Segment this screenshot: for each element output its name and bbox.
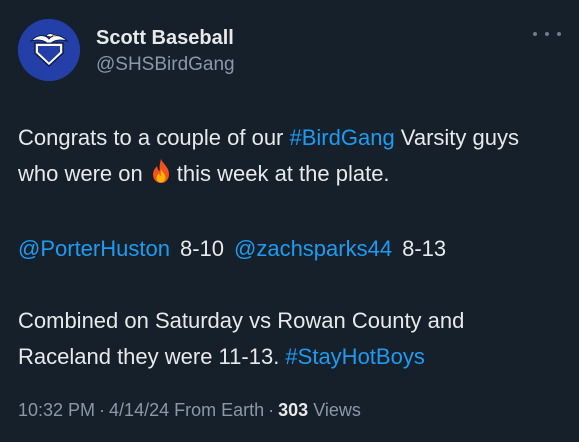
- mention-link[interactable]: @PorterHuston: [18, 236, 170, 261]
- stat-value: 8-13: [402, 236, 447, 261]
- views-count[interactable]: 303: [278, 400, 308, 420]
- tweet-text-segment: this week at the plate.: [176, 161, 390, 186]
- tweet-time[interactable]: 10:32 PM: [18, 400, 95, 420]
- fire-icon: [149, 158, 173, 195]
- tweet-source: From Earth: [174, 400, 265, 420]
- tweet-card[interactable]: Scott Baseball @SHSBirdGang Congrats to …: [0, 0, 579, 442]
- eagle-home-plate-logo-icon: [18, 19, 80, 81]
- meta-separator: ·: [268, 400, 275, 420]
- author-name[interactable]: Scott Baseball: [96, 27, 234, 50]
- tweet-date[interactable]: 4/14/24: [109, 400, 169, 420]
- more-dot: [557, 32, 561, 36]
- more-dot: [533, 32, 537, 36]
- tweet-paragraph-2: @PorterHuston 8-10 @zachsparks44 8-13: [18, 231, 563, 267]
- author-handle[interactable]: @SHSBirdGang: [96, 54, 235, 76]
- tweet-paragraph-3: Combined on Saturday vs Rowan County and…: [18, 303, 563, 375]
- tweet-paragraph-1: Congrats to a couple of our #BirdGang Va…: [18, 120, 563, 195]
- meta-separator: ·: [99, 400, 106, 420]
- more-dot: [545, 32, 549, 36]
- more-horizontal-icon[interactable]: [533, 24, 561, 44]
- avatar[interactable]: [18, 19, 80, 81]
- hashtag-link[interactable]: #StayHotBoys: [285, 344, 424, 369]
- views-label[interactable]: Views: [313, 400, 361, 420]
- stat-value: 8-10: [179, 236, 224, 261]
- tweet-text-segment: Congrats to a couple of our: [18, 125, 290, 150]
- tweet-text: Congrats to a couple of our #BirdGang Va…: [18, 120, 563, 375]
- hashtag-link[interactable]: #BirdGang: [290, 125, 395, 150]
- tweet-meta: 10:32 PM · 4/14/24 From Earth · 303 Views: [18, 400, 361, 421]
- mention-link[interactable]: @zachsparks44: [234, 236, 392, 261]
